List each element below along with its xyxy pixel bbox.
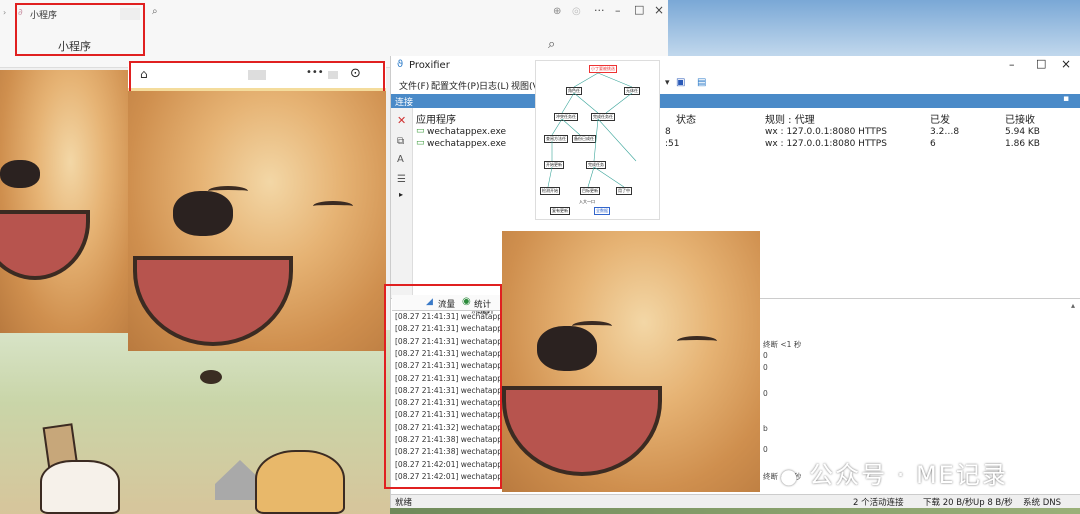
miniprogram-header-title: 小程序: [58, 40, 91, 53]
dog-photo-center: [128, 91, 386, 351]
connections-toolbar: ✕ ⧉ A ☰ ▸: [391, 108, 413, 298]
more-button[interactable]: ···: [594, 4, 605, 17]
blurred-area: [120, 8, 140, 20]
close-button[interactable]: ×: [654, 3, 664, 17]
section-label: 连接: [395, 98, 414, 108]
dog-photo-left: [0, 70, 128, 333]
status-up: Up 8 B/秒: [973, 498, 1013, 508]
close-miniprogram-icon[interactable]: ⊙: [350, 66, 361, 81]
row-app[interactable]: wechatappex.exe: [427, 139, 506, 149]
globe-icon: ◉: [462, 296, 471, 307]
cartoon-wallpaper: [0, 330, 390, 514]
miniprogram-logo-icon: ∂: [18, 8, 23, 18]
tab-traffic-label[interactable]: 流量: [438, 298, 455, 310]
dog-nose: [173, 191, 233, 236]
close-button[interactable]: ×: [1061, 57, 1071, 71]
dropdown-arrow-icon[interactable]: ▾: [665, 78, 670, 88]
wechat-icon: ●: [780, 464, 800, 488]
menu-file[interactable]: 文件(F): [399, 79, 429, 92]
watermark-text: 公众号 · ME记录: [809, 461, 1008, 489]
row-received: 1.86 KB: [1005, 139, 1040, 149]
watermark: ● 公众号 · ME记录: [780, 455, 1008, 490]
export-icon[interactable]: ▤: [697, 77, 706, 88]
log-right-text: 终断 <1 秒: [763, 340, 802, 349]
status-bar: 就绪 2 个活动连接 下载 20 B/秒 Up 8 B/秒 系统 DNS: [391, 494, 1080, 508]
log-right-text: 0: [763, 351, 768, 360]
menu-bar: 文件(F) 配置文件(P) 日志(L) 视图(V) ▾ ▣ ▤: [391, 76, 1080, 94]
dog-eye: [677, 336, 717, 346]
menu-log[interactable]: 日志(L): [479, 79, 509, 92]
pin-icon[interactable]: ▪: [1063, 94, 1069, 104]
row-sent: 6: [930, 139, 936, 149]
menu-profile[interactable]: 配置文件(P): [431, 79, 479, 92]
status-active: 2 个活动连接: [853, 498, 904, 508]
download-icon[interactable]: ⊕: [553, 6, 561, 17]
log-tabs: ◢ 流量 ◉ 统计: [392, 295, 500, 311]
status-down: 下载 20 B/秒: [923, 498, 974, 508]
column-header-received[interactable]: 已接收: [1005, 111, 1035, 126]
dog-nose: [537, 326, 597, 371]
blurred-area: [248, 70, 266, 80]
filter-icon[interactable]: ⧉: [397, 136, 404, 147]
expand-icon[interactable]: ▸: [399, 190, 403, 199]
minimize-button[interactable]: –: [1009, 58, 1015, 71]
status-ready: 就绪: [395, 498, 413, 508]
maximize-button[interactable]: □: [1036, 57, 1046, 70]
close-connection-icon[interactable]: ✕: [397, 114, 406, 127]
column-header-status[interactable]: 状态: [676, 111, 696, 126]
proxifier-titlebar: ϑ Proxifier – □ ×: [391, 56, 1080, 76]
column-header-sent[interactable]: 已发: [930, 111, 950, 126]
scroll-up-icon[interactable]: ▴: [1071, 301, 1075, 310]
window-title: Proxifier: [409, 60, 450, 71]
row-status: 8: [665, 127, 671, 137]
dog-eye: [313, 201, 353, 211]
log-right-text: 0: [763, 363, 768, 372]
dog-nose: [0, 160, 40, 188]
row-app[interactable]: wechatappex.exe: [427, 127, 506, 137]
fur: [0, 70, 128, 333]
list-icon[interactable]: ☰: [397, 174, 406, 185]
home-icon[interactable]: ⌂: [140, 67, 148, 81]
connections-header: 连接 ▪: [391, 94, 1080, 108]
log-right-text: 0: [763, 445, 768, 454]
minimize-button[interactable]: –: [615, 4, 621, 17]
search-icon[interactable]: ⌕: [152, 6, 158, 17]
cartoon-dog-right: [255, 450, 345, 514]
search-icon[interactable]: ⌕: [548, 37, 555, 52]
desktop-sky: [668, 0, 1080, 60]
cartoon-dog-left: [40, 460, 120, 514]
status-dns: 系统 DNS: [1023, 498, 1062, 508]
tab-stats-label[interactable]: 统计: [474, 298, 491, 310]
column-header-app[interactable]: 应用程序: [416, 111, 456, 126]
row-status: :51: [665, 139, 680, 149]
maximize-button[interactable]: □: [634, 3, 644, 16]
row-rule: wx : 127.0.0.1:8080 HTTPS: [765, 139, 887, 149]
log-right-text: b: [763, 424, 768, 433]
traffic-icon: ◢: [426, 297, 433, 307]
save-icon[interactable]: ▣: [676, 77, 685, 88]
dog-photo-right: [502, 231, 760, 492]
flowchart-image: 小丁要被挑选 角色任 无体任 冲突任务任 完成任务任 查阅方法任 备份已成任 开…: [535, 60, 660, 220]
row-rule: wx : 127.0.0.1:8080 HTTPS: [765, 127, 887, 137]
back-arrow-icon[interactable]: ›: [3, 8, 6, 17]
more-dots-icon[interactable]: •••: [306, 67, 324, 78]
blurred-area: [328, 71, 338, 79]
miniprogram-tab-title[interactable]: 小程序: [30, 8, 57, 21]
miniprogram-capsule-bar: ⌂ ••• ⊙: [128, 63, 386, 91]
proxifier-logo-icon: ϑ: [397, 59, 404, 70]
settings-icon[interactable]: ◎: [572, 6, 581, 17]
app-icon: ▭: [416, 138, 425, 148]
sort-icon[interactable]: A: [397, 154, 404, 165]
butterfly-icon: [200, 370, 222, 384]
flow-connectors: [547, 72, 637, 188]
row-sent: 3.2…8: [930, 127, 960, 137]
column-header-rule[interactable]: 规则 : 代理: [765, 111, 815, 126]
row-received: 5.94 KB: [1005, 127, 1040, 137]
app-icon: ▭: [416, 126, 425, 136]
log-right-text: 0: [763, 389, 768, 398]
